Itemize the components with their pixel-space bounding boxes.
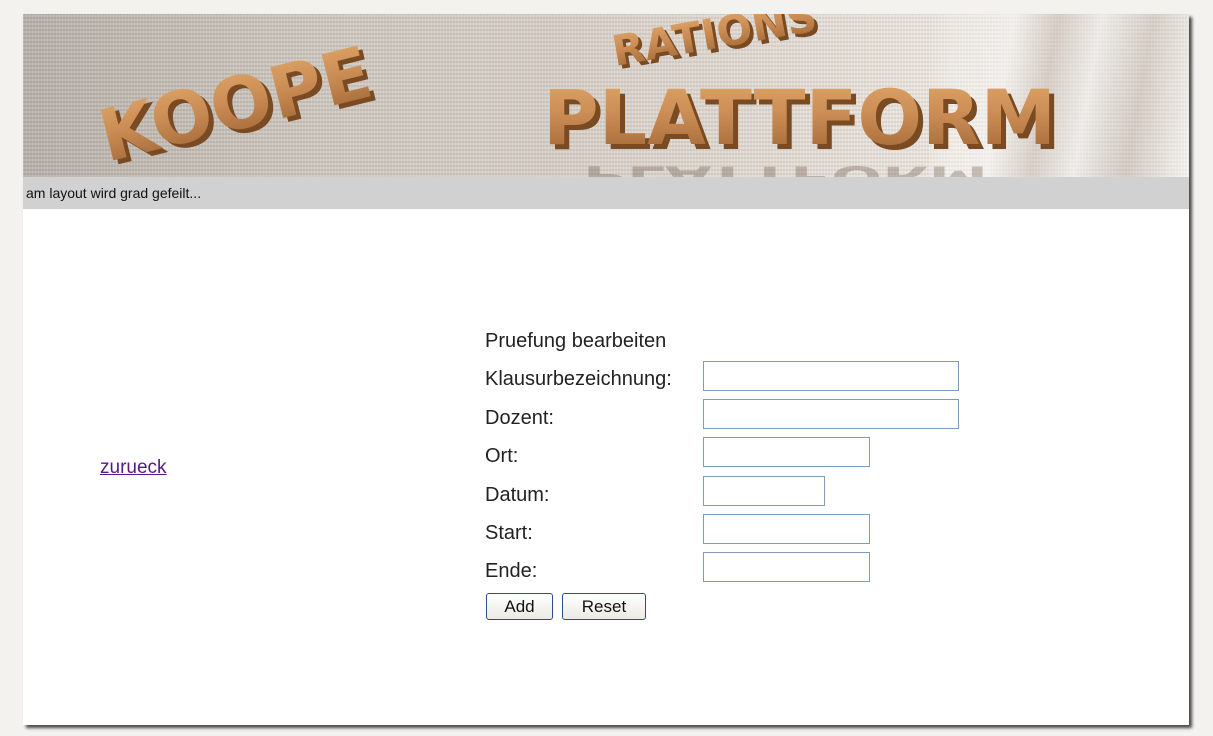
label-start: Start: xyxy=(485,522,533,544)
label-klausurbezeichnung: Klausurbezeichnung: xyxy=(485,368,672,390)
platform-logo: PLATTFORM KOOPE KOOPE RATIONS RATIONS PL… xyxy=(91,14,1061,177)
klausurbezeichnung-input[interactable] xyxy=(703,361,959,391)
label-dozent: Dozent: xyxy=(485,407,554,429)
label-ort: Ort: xyxy=(485,445,519,467)
logo-text-rations: RATIONS xyxy=(608,14,820,76)
label-ende: Ende: xyxy=(485,560,538,582)
datum-input[interactable] xyxy=(703,476,825,506)
status-message: am layout wird grad gefeilt... xyxy=(26,185,202,201)
reset-button[interactable]: Reset xyxy=(562,593,646,620)
dozent-input[interactable] xyxy=(703,399,959,429)
logo-text-koope: KOOPE xyxy=(91,30,380,177)
header-banner: PLATTFORM KOOPE KOOPE RATIONS RATIONS PL… xyxy=(23,14,1189,177)
page-frame: PLATTFORM KOOPE KOOPE RATIONS RATIONS PL… xyxy=(23,14,1189,725)
logo-text-plattform: PLATTFORM xyxy=(543,73,1056,162)
add-button[interactable]: Add xyxy=(486,593,553,620)
start-input[interactable] xyxy=(703,514,870,544)
back-link[interactable]: zurueck xyxy=(100,457,167,479)
ort-input[interactable] xyxy=(703,437,870,467)
form-title: Pruefung bearbeiten xyxy=(485,330,667,352)
logo-word-plattform: PLATTFORM PLATTFORM xyxy=(543,73,1061,167)
logo-word-koope: KOOPE KOOPE xyxy=(91,30,385,177)
status-bar: am layout wird grad gefeilt... xyxy=(23,177,1189,209)
label-datum: Datum: xyxy=(485,484,550,506)
ende-input[interactable] xyxy=(703,552,870,582)
logo-word-rations: RATIONS RATIONS xyxy=(608,14,824,79)
